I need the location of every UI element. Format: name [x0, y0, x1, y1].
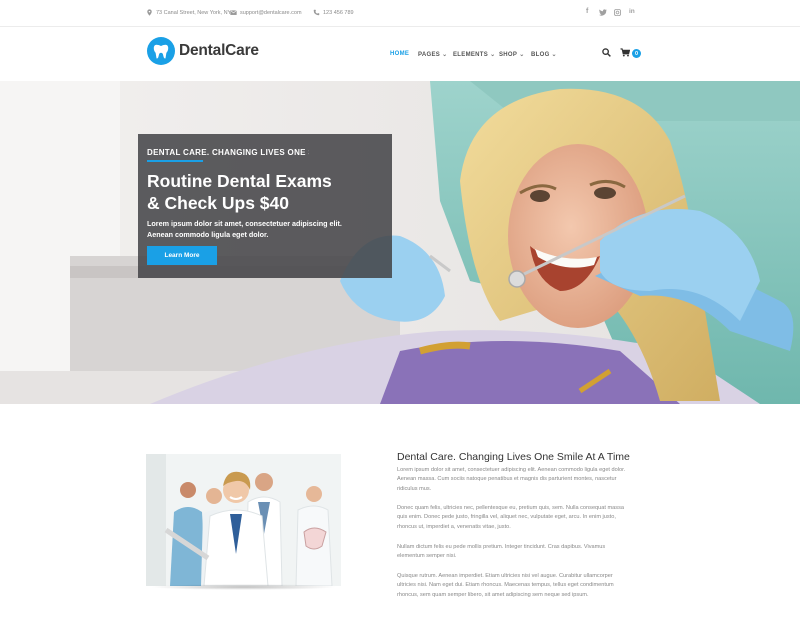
about-title: Dental Care. Changing Lives One Smile At… — [397, 451, 630, 463]
slider-text: Lorem ipsum dolor sit amet, consectetuer… — [147, 218, 387, 240]
nav-label: PAGES — [418, 51, 441, 58]
hero-dentist-photo — [0, 81, 800, 404]
about-paragraph-4: Quisque rutrum. Aenean imperdiet. Etiam … — [397, 572, 642, 600]
about-paragraph-1: Lorem ipsum dolor sit amet, consectetuer… — [397, 466, 642, 494]
chevron-down-icon: ⌄ — [442, 52, 448, 58]
nav-home[interactable]: HOME — [390, 51, 409, 57]
envelope-icon — [230, 10, 237, 15]
address-item: 73 Canal Street, New York, NY — [146, 9, 231, 16]
about-paragraph-3: Nullam dictum felis eu pede mollis preti… — [397, 543, 642, 562]
paragraph-line: ultricies nisi. Nam eget dui. Etiam rhon… — [397, 582, 614, 589]
slider-accent-line — [147, 160, 203, 162]
paragraph-line: ridiculus mus. — [397, 485, 432, 492]
hero-slider — [0, 81, 800, 404]
chevron-down-icon: ⌄ — [490, 52, 496, 58]
slider-text-line-1: Lorem ipsum dolor sit amet, consectetuer… — [147, 219, 342, 228]
map-pin-icon — [147, 9, 152, 16]
dental-team-photo — [146, 454, 341, 586]
paragraph-line: Nullam dictum felis eu pede mollis preti… — [397, 544, 606, 550]
logo-suffix: Care — [225, 42, 259, 59]
paragraph-line: quis enim. Donec pede justo, fringilla v… — [397, 514, 616, 521]
nav-label: HOME — [390, 51, 410, 57]
logo-prefix: Dental — [179, 42, 226, 59]
phone-item[interactable]: 123 456 789 — [313, 9, 354, 16]
paragraph-line: Quisque rutrum. Aenean imperdiet. Etiam … — [397, 573, 613, 579]
photo-shadow — [150, 584, 337, 590]
chevron-down-icon: ⌄ — [519, 52, 525, 58]
nav-elements[interactable]: ELEMENTS ⌄ — [453, 51, 496, 59]
slider-tagline: DENTAL CARE. CHANGING LIVES ONE SMILE AT… — [147, 148, 309, 157]
paragraph-line: Donec quam felis, ultricies nec, pellent… — [397, 505, 624, 511]
nav-label: BLOG — [531, 51, 550, 58]
tooth-logo-icon — [147, 37, 175, 65]
paragraph-line: rhoncus ut, imperdiet a, venenatis vitae… — [397, 523, 511, 530]
slider-text-line-2: Aenean commodo ligula eget dolor. — [147, 230, 269, 239]
instagram-icon[interactable] — [614, 9, 621, 16]
nav-blog[interactable]: BLOG ⌄ — [531, 51, 557, 59]
nav-label: SHOP — [499, 51, 518, 58]
top-bar: 73 Canal Street, New York, NY support@de… — [0, 0, 800, 27]
twitter-icon[interactable] — [599, 9, 607, 16]
cart-icon[interactable] — [620, 48, 630, 57]
slider-title-line-2: & Check Ups $40 — [147, 193, 290, 213]
site-logo[interactable]: DentalCare — [147, 37, 259, 65]
chevron-down-icon: ⌄ — [551, 52, 557, 58]
paragraph-line: elementum semper nisi. — [397, 553, 457, 560]
nav-label: ELEMENTS — [453, 51, 489, 58]
logo-text: DentalCare — [179, 42, 259, 60]
linkedin-icon[interactable]: in — [629, 8, 635, 15]
email-item[interactable]: support@dentalcare.com — [230, 9, 302, 16]
paragraph-line: Lorem ipsum dolor sit amet, consectetuer… — [397, 467, 626, 473]
slider-title: Routine Dental Exams & Check Ups $40 — [147, 170, 387, 214]
search-icon[interactable] — [602, 48, 611, 57]
email-text: support@dentalcare.com — [240, 9, 302, 16]
learn-more-button[interactable]: Learn More — [147, 246, 217, 265]
cart-count-badge: 0 — [632, 49, 641, 58]
facebook-icon[interactable]: f — [586, 8, 588, 15]
slider-title-line-1: Routine Dental Exams — [147, 171, 332, 191]
nav-pages[interactable]: PAGES ⌄ — [418, 51, 448, 59]
main-header: DentalCare HOME PAGES ⌄ ELEMENTS ⌄ SHOP ⌄ B… — [0, 27, 800, 81]
phone-text: 123 456 789 — [323, 9, 354, 16]
nav-shop[interactable]: SHOP ⌄ — [499, 51, 525, 59]
phone-icon — [313, 9, 320, 16]
paragraph-line: rhoncus, sem quam semper libero, sit ame… — [397, 591, 589, 598]
about-paragraph-2: Donec quam felis, ultricies nec, pellent… — [397, 504, 642, 532]
paragraph-line: Aenean massa. Cum sociis natoque penatib… — [397, 476, 617, 483]
address-text: 73 Canal Street, New York, NY — [156, 9, 232, 16]
